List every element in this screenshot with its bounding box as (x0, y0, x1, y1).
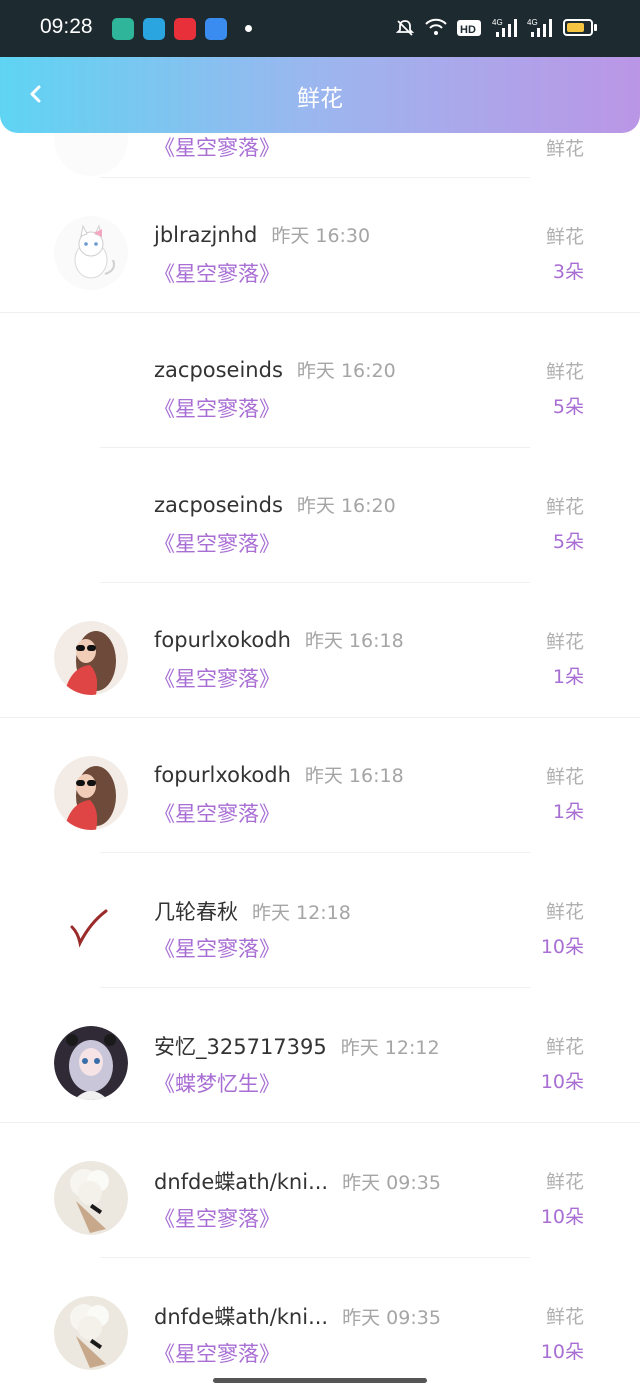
book-title[interactable]: 《星空寥落》 (154, 1203, 280, 1233)
timestamp: 昨天 16:20 (296, 495, 396, 517)
page-title: 鲜花 (297, 86, 343, 112)
app-header: 鲜花 (0, 57, 640, 133)
user-name-text: 几轮春秋 (154, 900, 238, 924)
list-item[interactable]: jblrazjnhd 昨天 16:30 《星空寥落》 鲜花 3朵 (0, 178, 640, 313)
gift-label: 鲜花 (545, 496, 584, 518)
user-name: zacposeinds 昨天 16:20 (154, 356, 396, 383)
bouquet-avatar (54, 1161, 128, 1235)
gift-label: 鲜花 (545, 361, 584, 383)
user-name-text: 安忆_325717395 (154, 1035, 327, 1059)
book-title[interactable]: 《蝶梦忆生》 (154, 1068, 280, 1098)
user-name: 安忆_325717395 昨天 12:12 (154, 1031, 440, 1061)
gift-count: 10朵 (540, 936, 584, 958)
girl-avatar (54, 756, 128, 830)
user-name-text: dnfde蝶ath/kni... (154, 1305, 329, 1329)
user-name-text: zacposeinds (154, 358, 283, 382)
timestamp: 昨天 16:18 (304, 765, 404, 787)
timestamp: 昨天 09:35 (342, 1172, 441, 1194)
gift-label: 鲜花 (545, 766, 584, 788)
book-title[interactable]: 《星空寥落》 (154, 663, 280, 693)
book-title[interactable]: 《星空寥落》 (154, 393, 280, 423)
gift-count: 10朵 (540, 1071, 584, 1093)
list-item[interactable]: zacposeinds 昨天 16:20 《星空寥落》 鲜花 5朵 (0, 448, 640, 583)
book-title[interactable]: 《星空寥落》 (154, 798, 280, 828)
gift-count: 1朵 (552, 666, 584, 688)
user-name: zacposeinds 昨天 16:20 (154, 491, 396, 518)
timestamp: 昨天 16:18 (304, 630, 404, 652)
blank-avatar (54, 486, 128, 560)
gift-label: 鲜花 (545, 1036, 584, 1058)
list-item[interactable]: fopurlxokodh 昨天 16:18 《星空寥落》 鲜花 1朵 (0, 583, 640, 718)
list-item[interactable]: 几轮春秋 昨天 12:18 《星空寥落》 鲜花 10朵 (0, 853, 640, 988)
gift-label: 鲜花 (545, 226, 584, 248)
list-item[interactable]: fopurlxokodh 昨天 16:18 《星空寥落》 鲜花 1朵 (0, 718, 640, 853)
cat-avatar (54, 216, 128, 290)
girl-avatar (54, 621, 128, 695)
bouquet-avatar (54, 1296, 128, 1370)
book-title[interactable]: 《星空寥落》 (154, 1338, 280, 1368)
user-name: dnfde蝶ath/kni... 昨天 09:35 (154, 1301, 441, 1331)
gift-count: 5朵 (552, 396, 584, 418)
check-avatar (54, 891, 128, 965)
timestamp: 昨天 16:20 (296, 360, 396, 382)
gift-label: 鲜花 (545, 901, 584, 923)
user-name: fopurlxokodh 昨天 16:18 (154, 626, 404, 653)
user-name: 几轮春秋 昨天 12:18 (154, 896, 351, 926)
timestamp: 昨天 16:30 (271, 225, 371, 247)
user-name: jblrazjnhd 昨天 16:30 (154, 221, 370, 248)
list-item[interactable]: 安忆_325717395 昨天 12:12 《蝶梦忆生》 鲜花 10朵 (0, 988, 640, 1123)
book-title[interactable]: 《星空寥落》 (154, 933, 280, 963)
gift-label: 鲜花 (545, 1171, 584, 1193)
timestamp: 昨天 12:18 (252, 902, 351, 924)
gift-count: 10朵 (540, 1341, 584, 1363)
gift-count: 5朵 (552, 531, 584, 553)
list-item[interactable]: zacposeinds 昨天 16:20 《星空寥落》 鲜花 5朵 (0, 313, 640, 448)
user-name-text: jblrazjnhd (154, 223, 258, 247)
book-title[interactable]: 《星空寥落》 (154, 258, 280, 288)
gift-label: 鲜花 (545, 1306, 584, 1328)
gift-label: 鲜花 (545, 138, 584, 160)
user-name-text: fopurlxokodh (154, 628, 291, 652)
list-item[interactable]: dnfde蝶ath/kni... 昨天 09:35 《星空寥落》 鲜花 10朵 (0, 1123, 640, 1258)
blank-avatar (54, 351, 128, 425)
user-name: fopurlxokodh 昨天 16:18 (154, 761, 404, 788)
user-name-text: fopurlxokodh (154, 763, 291, 787)
gift-count: 10朵 (540, 1206, 584, 1228)
list-item[interactable]: dnfde蝶ath/kni... 昨天 09:35 《星空寥落》 鲜花 10朵 (0, 1258, 640, 1393)
book-title: 《星空寥落》 (154, 136, 280, 160)
gift-count: 1朵 (552, 801, 584, 823)
gift-count: 3朵 (552, 261, 584, 283)
user-name-text: zacposeinds (154, 493, 283, 517)
anime-avatar (54, 1026, 128, 1100)
home-indicator[interactable] (213, 1378, 427, 1383)
book-title[interactable]: 《星空寥落》 (154, 528, 280, 558)
user-name: dnfde蝶ath/kni... 昨天 09:35 (154, 1166, 441, 1196)
timestamp: 昨天 12:12 (340, 1037, 440, 1059)
user-name-text: dnfde蝶ath/kni... (154, 1170, 329, 1194)
gift-label: 鲜花 (545, 631, 584, 653)
timestamp: 昨天 09:35 (342, 1307, 441, 1329)
